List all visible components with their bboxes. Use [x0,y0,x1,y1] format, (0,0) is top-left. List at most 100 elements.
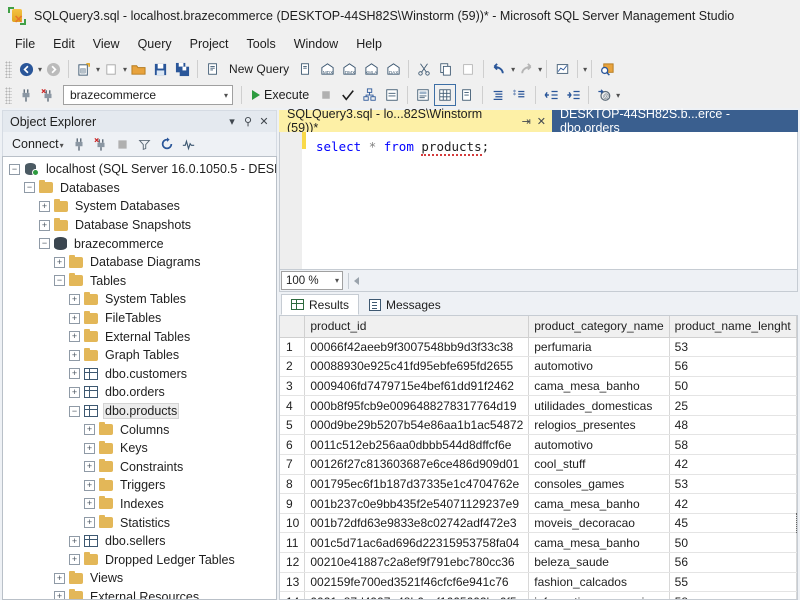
column-header[interactable]: product_name_lenght [669,316,797,338]
table-row[interactable]: 12 00210e41887c2a8ef9f791ebc780cc36 beleza… [280,552,797,573]
table-cell[interactable]: 001b72dfd63e9833e8c02742adf472e3 [304,513,530,534]
expand-icon[interactable]: + [54,572,65,584]
row-number-cell[interactable]: 14 [280,591,306,599]
table-row[interactable]: 4 000b8f95fcb9e0096488278317764d19 utilida… [280,395,797,416]
table-cell[interactable]: 000d9be29b5207b54e86aa1b1ac54872 [304,415,530,436]
menu-tools[interactable]: Tools [238,34,285,54]
expand-icon[interactable]: + [69,349,80,361]
database-selector[interactable]: brazecommerce ▾ [63,85,233,105]
table-cell[interactable]: 24 [796,454,797,475]
cut-icon[interactable] [413,58,435,80]
table-cell[interactable]: fashion_calcados [528,572,670,593]
query-toolbar-grip[interactable] [5,86,12,104]
dax-query-icon[interactable]: DAX [382,58,404,80]
table-cell[interactable]: 42 [669,493,797,514]
table-cell[interactable]: 001795ec6f1b187d37335e1c4704762e [304,474,530,495]
table-cell[interactable]: 00066f42aeeb9f3007548bb9d3f33c38 [304,337,530,358]
row-number-cell[interactable]: 13 [280,572,306,593]
table-cell[interactable]: 59 [796,337,797,358]
table-row[interactable]: 1 00066f42aeeb9f3007548bb9d3f33c38 perfuma… [280,337,797,358]
paste-icon[interactable] [457,58,479,80]
new-project-icon[interactable]: ▤ [73,58,95,80]
tree-node[interactable]: + dbo.sellers [3,532,276,551]
table-cell[interactable]: 001b237c0e9bb435f2e54071129237e9 [304,493,530,514]
toolbar-grip[interactable] [5,60,12,78]
query-toolbar-overflow[interactable]: ▾ [616,91,620,100]
tree-node[interactable]: + Graph Tables [3,346,276,365]
table-cell[interactable]: 58 [669,591,797,599]
tree-node[interactable]: − dbo.products [3,402,276,421]
redo-dropdown[interactable]: ▾ [538,65,542,74]
table-cell[interactable]: cama_mesa_banho [528,493,670,514]
expand-icon[interactable]: + [54,256,65,268]
table-cell[interactable]: consoles_games [528,474,670,495]
table-cell[interactable]: 50 [669,532,797,554]
row-number-cell[interactable]: 3 [280,376,306,397]
object-explorer-tree[interactable]: − localhost (SQL Server 16.0.1050.5 - DES… [2,156,277,600]
row-number-cell[interactable]: 1 [280,337,306,358]
redo-icon[interactable] [515,58,537,80]
table-cell[interactable]: 25 [796,493,797,514]
table-row[interactable]: 2 00088930e925c41fd95ebfe695fd2655 automot… [280,356,797,377]
expand-icon[interactable]: + [84,424,95,436]
table-cell[interactable]: utilidades_domesticas [528,395,670,416]
window-menu-icon[interactable]: ▾ [224,115,240,128]
scroll-left-icon[interactable] [354,276,359,285]
tree-node[interactable]: − brazecommerce [3,234,276,253]
tree-node[interactable]: − Tables [3,272,276,291]
table-cell[interactable]: 36 [796,395,797,416]
editor-code[interactable]: select * from products; [306,132,797,269]
results-to-file-icon[interactable] [456,84,478,106]
tree-node[interactable]: + Views [3,569,276,588]
table-cell[interactable]: 58 [669,434,797,456]
menu-project[interactable]: Project [181,34,238,54]
show-diagram-icon[interactable] [551,58,573,80]
tree-node[interactable]: + Indexes [3,495,276,514]
table-cell[interactable]: 55 [669,572,797,593]
table-cell[interactable]: 34 [796,572,797,593]
table-cell[interactable]: 48 [669,415,797,436]
increase-indent-icon[interactable] [562,84,584,106]
table-cell[interactable]: automotivo [528,356,670,377]
row-number-cell[interactable]: 11 [280,532,306,554]
table-cell[interactable]: 50 [669,376,797,397]
display-estimated-execution-plan-icon[interactable] [359,84,381,106]
table-cell[interactable]: informatica_acessorios [528,591,670,599]
expand-icon[interactable]: + [84,498,95,510]
expand-icon[interactable]: + [69,554,80,566]
row-number-cell[interactable]: 8 [280,474,306,495]
sql-editor[interactable]: select * from products; [279,132,798,270]
expand-icon[interactable]: + [39,200,50,212]
expand-icon[interactable]: + [84,517,95,529]
table-cell[interactable]: 0021a87d4997a48b6cef1665602be0f5 [304,591,530,599]
table-cell[interactable]: 52 [796,513,797,534]
expand-icon[interactable]: + [39,219,50,231]
copy-icon[interactable] [435,58,457,80]
menu-view[interactable]: View [84,34,129,54]
open-file-icon[interactable] [127,58,149,80]
disconnect-icon[interactable] [91,134,111,154]
table-row[interactable]: 8 001795ec6f1b187d37335e1c4704762e console… [280,474,797,495]
menu-file[interactable]: File [6,34,44,54]
table-row[interactable]: 13 002159fe700ed3521f46cfcf6e941c76 fashio… [280,572,797,593]
table-cell[interactable]: 53 [669,474,797,495]
table-cell[interactable]: 00210e41887c2a8ef9f791ebc780cc36 [304,552,530,573]
row-number-cell[interactable]: 2 [280,356,306,377]
collapse-icon[interactable]: − [24,182,35,194]
tree-node[interactable]: + Dropped Ledger Tables [3,550,276,569]
results-to-grid-icon[interactable] [434,84,457,106]
table-row[interactable]: 11 001c5d71ac6ad696d22315953758fa04 cama_m… [280,532,797,554]
table-cell[interactable]: 94 [796,591,797,599]
dmx-query-icon[interactable]: DMX [338,58,360,80]
table-cell[interactable]: 26 [796,376,797,397]
tree-node[interactable]: + Database Snapshots [3,216,276,235]
table-cell[interactable]: 001c5d71ac6ad696d22315953758fa04 [304,532,530,554]
new-query-icon[interactable] [202,58,224,80]
expand-icon[interactable]: + [69,535,80,547]
mdx-query-icon[interactable]: MDX [316,58,338,80]
table-cell[interactable]: 000b8f95fcb9e0096488278317764d19 [304,395,530,416]
menu-edit[interactable]: Edit [44,34,84,54]
row-number-cell[interactable]: 6 [280,434,306,456]
tab-messages[interactable]: Messages [359,294,451,315]
row-number-cell[interactable]: 12 [280,552,306,573]
